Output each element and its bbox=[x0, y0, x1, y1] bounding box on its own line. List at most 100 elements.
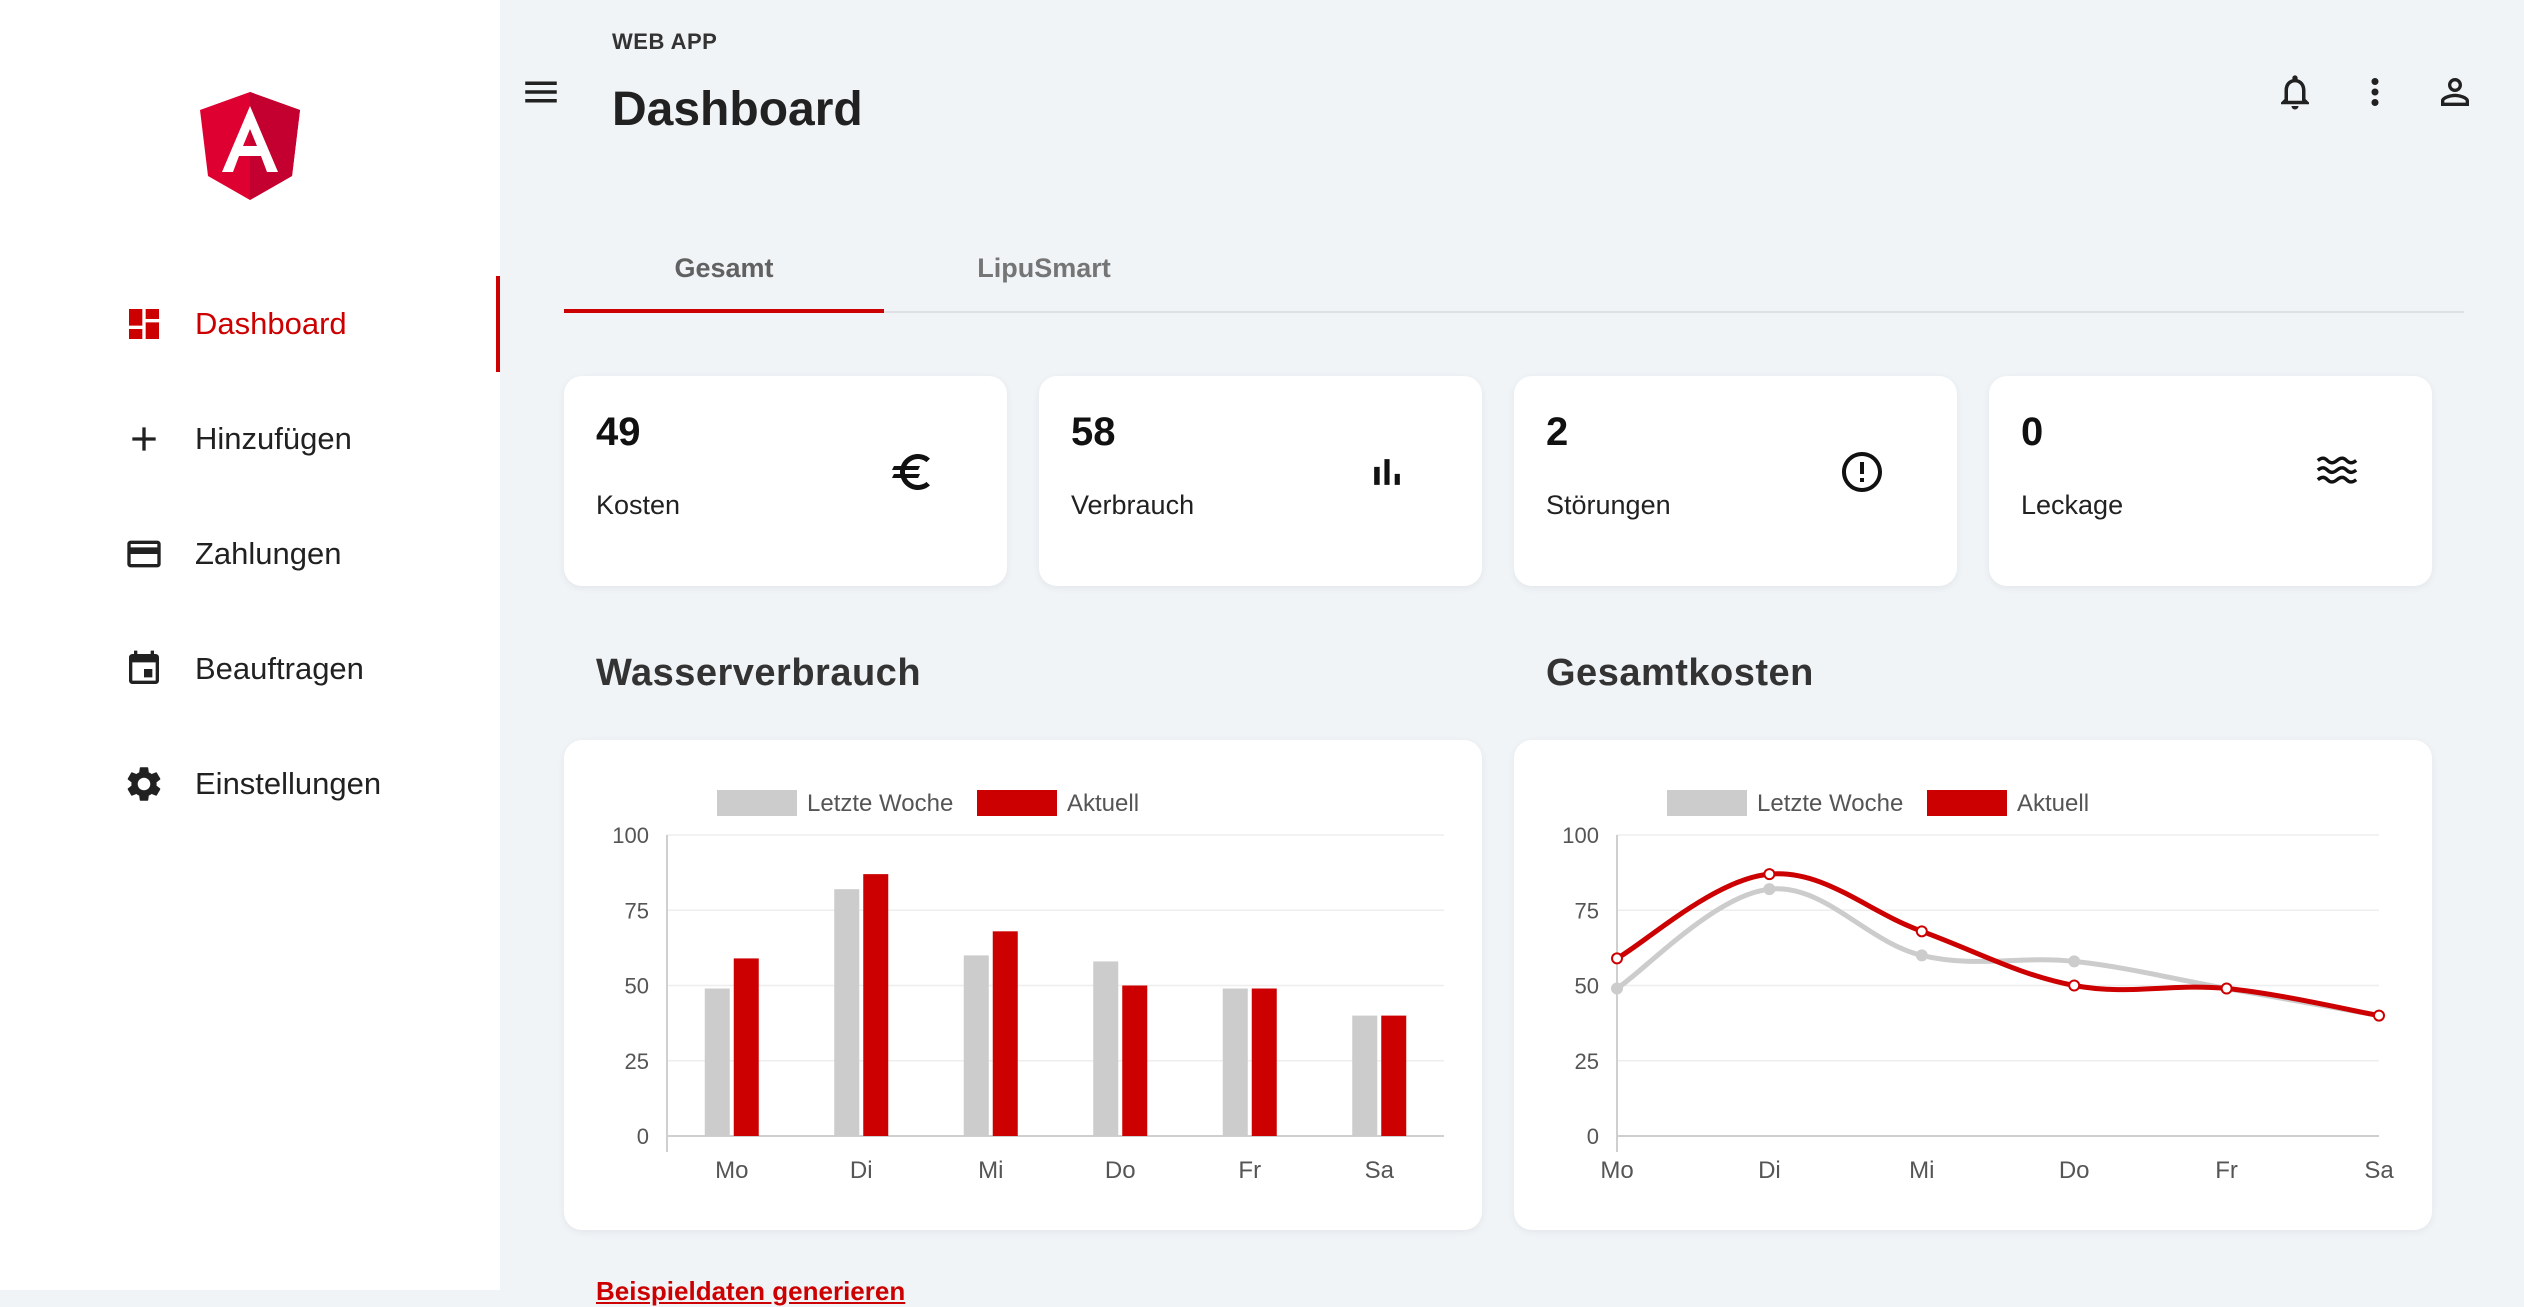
x-tick-label: Sa bbox=[2364, 1157, 2394, 1184]
x-tick-label: Mo bbox=[715, 1157, 748, 1184]
data-point bbox=[1763, 883, 1776, 896]
sidebar-item-einstellungen[interactable]: Einstellungen bbox=[0, 736, 500, 832]
stat-label: Leckage bbox=[2021, 490, 2124, 520]
legend-swatch bbox=[1667, 790, 1747, 816]
x-tick-label: Fr bbox=[1238, 1157, 1261, 1184]
legend-swatch bbox=[1927, 790, 2007, 816]
y-tick-label: 0 bbox=[637, 1124, 649, 1149]
sidebar: Dashboard Hinzufügen Zahlungen Beauftrag… bbox=[0, 0, 500, 1290]
calendar-icon bbox=[122, 647, 166, 691]
app-label: WEB APP bbox=[612, 29, 718, 54]
sidebar-item-dashboard[interactable]: Dashboard bbox=[0, 276, 500, 372]
alert-circle-icon bbox=[1832, 442, 1892, 502]
sidebar-item-beauftragen[interactable]: Beauftragen bbox=[0, 621, 500, 717]
legend-swatch bbox=[977, 790, 1057, 816]
data-point bbox=[1763, 868, 1776, 881]
x-tick-label: Sa bbox=[1365, 1157, 1395, 1184]
bar bbox=[704, 988, 730, 1136]
dashboard-icon bbox=[122, 302, 166, 346]
stat-label: Störungen bbox=[1546, 490, 1671, 520]
page-title: Dashboard bbox=[612, 83, 863, 136]
plus-icon bbox=[122, 417, 166, 461]
x-tick-label: Mo bbox=[1600, 1157, 1633, 1184]
stat-card-stoerungen[interactable]: 2 Störungen bbox=[1514, 376, 1957, 586]
x-tick-label: Mi bbox=[978, 1157, 1003, 1184]
tab-lipusmart[interactable]: LipuSmart bbox=[884, 225, 1204, 311]
bar bbox=[1381, 1015, 1407, 1136]
data-point bbox=[1611, 982, 1623, 995]
bar bbox=[1251, 988, 1277, 1136]
legend-swatch bbox=[717, 790, 797, 816]
x-tick-label: Fr bbox=[2215, 1157, 2238, 1184]
legend-label: Aktuell bbox=[1067, 790, 1139, 817]
x-tick-label: Do bbox=[2059, 1157, 2090, 1184]
stat-card-verbrauch[interactable]: 58 Verbrauch bbox=[1039, 376, 1482, 586]
data-point bbox=[2220, 982, 2233, 995]
bar bbox=[1122, 985, 1148, 1136]
y-tick-label: 75 bbox=[1575, 898, 1599, 923]
sidebar-item-zahlungen[interactable]: Zahlungen bbox=[0, 506, 500, 602]
x-tick-label: Mi bbox=[1909, 1157, 1934, 1184]
chart-card-wasserverbrauch: Letzte Woche Aktuell 0 25 50 75 100 Mo Di Mi Do Fr S… bbox=[564, 740, 1482, 1230]
stat-label: Verbrauch bbox=[1071, 490, 1195, 520]
legend-label: Letzte Woche bbox=[807, 790, 953, 817]
series-line bbox=[1615, 871, 2380, 1019]
stat-value: 58 bbox=[1071, 410, 1116, 454]
x-tick-label: Di bbox=[1758, 1157, 1781, 1184]
y-tick-label: 0 bbox=[1587, 1124, 1599, 1149]
menu-icon[interactable] bbox=[516, 70, 566, 114]
generate-sample-data-link[interactable]: Beispieldaten generieren bbox=[596, 1276, 905, 1307]
stat-value: 0 bbox=[2021, 410, 2044, 454]
data-point bbox=[2373, 1009, 2385, 1022]
bar bbox=[1352, 1015, 1378, 1136]
bar bbox=[992, 931, 1018, 1136]
section-title-wasserverbrauch: Wasserverbrauch bbox=[596, 652, 922, 694]
gear-icon bbox=[122, 762, 166, 806]
y-tick-label: 100 bbox=[1562, 823, 1599, 848]
angular-logo[interactable] bbox=[200, 92, 300, 200]
data-point bbox=[1915, 925, 1928, 938]
bar bbox=[1222, 988, 1248, 1136]
more-vert-icon[interactable] bbox=[2351, 68, 2399, 116]
stat-card-kosten[interactable]: 49 Kosten bbox=[564, 376, 1007, 586]
bar bbox=[963, 955, 989, 1136]
account-icon[interactable] bbox=[2431, 68, 2479, 116]
bar-chart: Letzte Woche Aktuell 0 25 50 75 100 Mo Di Mi Do Fr S… bbox=[612, 790, 1444, 1184]
y-tick-label: 25 bbox=[625, 1049, 649, 1074]
stat-value: 2 bbox=[1546, 410, 1569, 454]
stat-value: 49 bbox=[596, 410, 641, 454]
line-chart: Letzte Woche Aktuell 0 25 50 75 100 Mo Di Mi Do Fr S… bbox=[1562, 790, 2394, 1184]
y-tick-label: 50 bbox=[1575, 974, 1599, 999]
legend-label: Aktuell bbox=[2017, 790, 2089, 817]
bar bbox=[863, 874, 889, 1136]
sidebar-item-label: Beauftragen bbox=[195, 651, 364, 686]
section-title-gesamtkosten: Gesamtkosten bbox=[1546, 652, 1814, 694]
bar bbox=[733, 958, 759, 1136]
x-tick-label: Do bbox=[1105, 1157, 1136, 1184]
data-point bbox=[1611, 952, 1623, 965]
legend-label: Letzte Woche bbox=[1757, 790, 1903, 817]
sidebar-item-label: Zahlungen bbox=[195, 536, 342, 571]
data-point bbox=[1915, 949, 1928, 962]
sidebar-item-label: Einstellungen bbox=[195, 766, 382, 801]
y-tick-label: 50 bbox=[625, 974, 649, 999]
y-tick-label: 100 bbox=[612, 823, 649, 848]
stat-card-leckage[interactable]: 0 Leckage bbox=[1989, 376, 2432, 586]
bar bbox=[1093, 961, 1119, 1136]
tab-gesamt[interactable]: Gesamt bbox=[564, 225, 884, 313]
sidebar-item-label: Dashboard bbox=[195, 306, 347, 341]
chart-card-gesamtkosten: Letzte Woche Aktuell 0 25 50 75 100 Mo Di Mi Do Fr S… bbox=[1514, 740, 2432, 1230]
x-tick-label: Di bbox=[850, 1157, 873, 1184]
tab-bar: Gesamt LipuSmart bbox=[564, 225, 2464, 313]
euro-icon bbox=[882, 442, 942, 502]
bell-icon[interactable] bbox=[2271, 68, 2319, 116]
series-line bbox=[1615, 886, 2380, 1019]
y-tick-label: 25 bbox=[1575, 1049, 1599, 1074]
y-tick-label: 75 bbox=[625, 898, 649, 923]
sidebar-item-hinzufuegen[interactable]: Hinzufügen bbox=[0, 391, 500, 487]
bar bbox=[834, 889, 860, 1136]
sidebar-item-label: Hinzufügen bbox=[195, 421, 352, 456]
data-point bbox=[2068, 955, 2081, 968]
stat-label: Kosten bbox=[596, 490, 681, 520]
waves-icon bbox=[2307, 442, 2367, 502]
